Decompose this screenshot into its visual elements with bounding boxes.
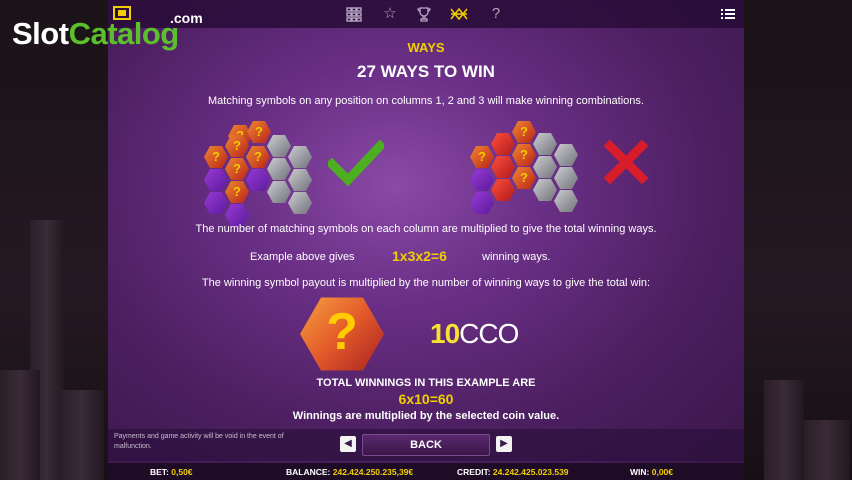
trophy-icon[interactable] <box>416 6 432 22</box>
checkmark-icon <box>328 140 384 187</box>
status-bar: BET: 0,50€ BALANCE: 242.424.250.235,39€ … <box>108 463 744 480</box>
total-formula: 6x10=60 <box>398 391 454 407</box>
cross-icon <box>604 140 648 184</box>
star-icon[interactable]: ☆ <box>382 6 398 22</box>
left-background <box>0 0 108 480</box>
ways-icon[interactable] <box>450 6 468 22</box>
logo-domain: .com <box>170 10 203 26</box>
coin-note: Winnings are multiplied by the selected … <box>292 410 560 422</box>
stone-pillar <box>60 390 104 480</box>
bet-display: BET: 0,50€ <box>150 467 193 477</box>
balance-display: BALANCE: 242.424.250.235,39€ <box>286 467 414 477</box>
stone-pillar <box>804 420 850 480</box>
right-background <box>744 0 852 480</box>
matching-text: Matching symbols on any position on colu… <box>208 95 644 107</box>
page-title: 27 WAYS TO WIN <box>357 62 495 81</box>
paytable-icon[interactable] <box>346 6 362 22</box>
credit-display: CREDIT: 24.242.425.023.539 <box>457 467 569 477</box>
example-suffix: winning ways. <box>482 251 551 263</box>
example-prefix: Example above gives <box>250 251 355 263</box>
malfunction-footnote: Payments and game activity will be void … <box>114 433 284 450</box>
section-label: WAYS <box>407 40 445 55</box>
win-display: WIN: 0,00€ <box>630 467 674 477</box>
payout-value: 10CCO <box>430 318 519 349</box>
prev-page-button[interactable]: ◀ <box>340 436 356 452</box>
payout-text: The winning symbol payout is multiplied … <box>201 277 651 289</box>
stone-pillar <box>0 370 40 480</box>
back-button[interactable]: BACK <box>362 434 490 456</box>
total-label: TOTAL WINNINGS IN THIS EXAMPLE ARE <box>316 377 536 389</box>
help-icon[interactable]: ? <box>488 6 504 22</box>
next-page-button[interactable]: ▶ <box>496 436 512 452</box>
menu-icon[interactable] <box>720 6 736 22</box>
stone-pillar <box>764 380 804 480</box>
example-formula: 1x3x2=6 <box>392 248 447 264</box>
multiplied-text: The number of matching symbols on each c… <box>195 223 657 235</box>
